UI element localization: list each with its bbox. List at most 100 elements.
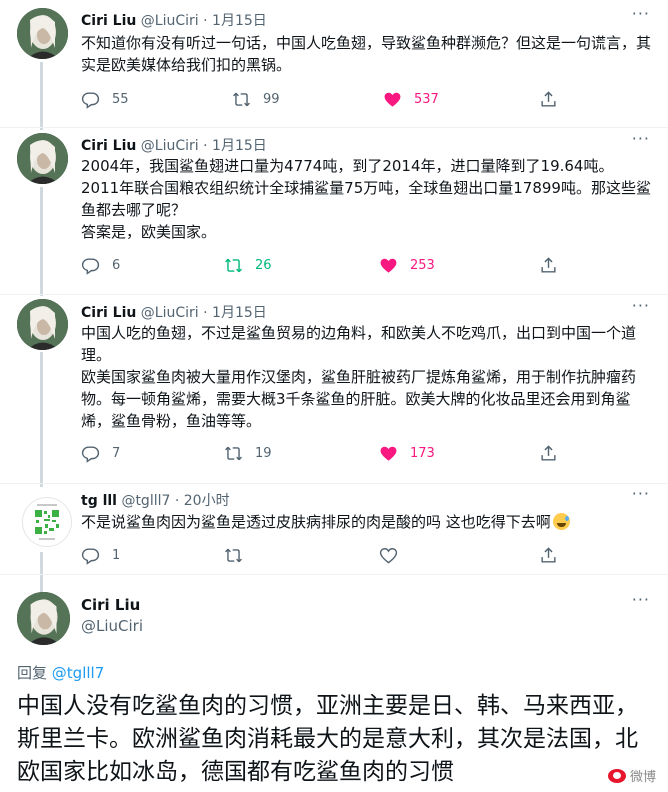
reply-button[interactable]: 6 (81, 256, 120, 275)
tweet-date[interactable]: 20小时 (184, 493, 230, 509)
reply-count: 6 (112, 258, 121, 273)
reply-icon (81, 444, 100, 463)
reply-handle-link[interactable]: @tglll7 (52, 664, 104, 682)
tweet-text-line: 中国人吃的鱼翅，不过是鲨鱼贸易的边角料，和欧美人不吃鸡爪，出口到中国一个道理。 (81, 324, 637, 364)
author-name[interactable]: Ciri Liu (81, 138, 136, 154)
tweet-actions: 1 (81, 546, 581, 566)
author-name[interactable]: Ciri Liu (81, 305, 136, 321)
heart-icon (383, 90, 402, 109)
retweet-count: 26 (255, 258, 272, 273)
like-count: 253 (410, 258, 435, 273)
reply-prefix: 回复 (17, 664, 48, 682)
heart-icon (379, 444, 398, 463)
separator: · (203, 138, 208, 154)
separator: · (174, 493, 180, 509)
retweet-button[interactable]: 99 (232, 90, 280, 109)
author-handle[interactable]: @tglll7 (121, 493, 170, 509)
retweet-button[interactable] (224, 546, 255, 565)
tweet-actions: 7 19 173 (81, 444, 581, 464)
tweet-text: 不是说鲨鱼肉因为鲨鱼是透过皮肤病排尿的肉是酸的吗 这也吃得下去啊 (81, 511, 656, 533)
share-button[interactable] (539, 546, 570, 565)
tweet-date[interactable]: 1月15日 (212, 305, 267, 321)
tweet-3[interactable]: Ciri Liu @LiuCiri · 1月15日 ··· 中国人吃的鱼翅，不过… (0, 295, 668, 483)
sweat-smile-emoji-icon (552, 513, 570, 530)
tweet-4[interactable]: ··· tg lll @tglll7 · 20小时 不是说鲨鱼肉因为鲨鱼是透过皮… (0, 484, 668, 574)
share-icon (539, 256, 558, 275)
share-icon (539, 546, 558, 565)
tweet-header: Ciri Liu @LiuCiri · 1月15日 (81, 135, 267, 155)
tweet-text-line: 2004年，我国鲨鱼翅进口量为4774吨，到了2014年，进口量降到了19.64… (81, 157, 614, 175)
tweet-1[interactable]: Ciri Liu @LiuCiri · 1月15日 ··· 不知道你有没有听过一… (0, 0, 668, 128)
reply-icon (81, 546, 100, 565)
tweet-2[interactable]: Ciri Liu @LiuCiri · 1月15日 ··· 2004年，我国鲨鱼… (0, 128, 668, 294)
more-options-icon[interactable]: ··· (632, 296, 650, 315)
retweet-icon (224, 444, 243, 463)
tweet-actions: 55 99 537 (81, 90, 581, 110)
reply-button[interactable]: 1 (81, 546, 120, 565)
reply-button[interactable]: 7 (81, 444, 120, 463)
like-button[interactable]: 253 (379, 256, 435, 275)
reply-count: 7 (112, 446, 121, 461)
retweet-icon (224, 256, 243, 275)
reply-icon (81, 256, 100, 275)
tweet-text-body: 不是说鲨鱼肉因为鲨鱼是透过皮肤病排尿的肉是酸的吗 这也吃得下去啊 (81, 513, 551, 531)
qr-code-avatar[interactable] (22, 497, 72, 547)
tweet-text: 不知道你有没有听过一句话，中国人吃鱼翅，导致鲨鱼种群濒危？但这是一句谎言，其实是… (81, 34, 652, 74)
author-handle[interactable]: @LiuCiri (141, 305, 199, 321)
share-icon (539, 90, 558, 109)
separator: · (203, 305, 208, 321)
tweet-actions: 6 26 253 (81, 256, 581, 276)
main-tweet-text: 中国人没有吃鲨鱼肉的习惯，亚洲主要是日、韩、马来西亚，斯里兰卡。欧洲鲨鱼肉消耗最… (17, 693, 638, 785)
share-button[interactable] (539, 444, 570, 463)
retweet-count: 99 (263, 92, 280, 107)
author-name[interactable]: Ciri Liu (81, 13, 136, 29)
like-button[interactable]: 537 (383, 90, 439, 109)
separator: · (203, 13, 208, 29)
tweet-date[interactable]: 1月15日 (212, 13, 267, 29)
retweet-button[interactable]: 19 (224, 444, 272, 463)
author-handle[interactable]: @LiuCiri (81, 617, 143, 635)
tweet-text: 中国人吃的鱼翅，不过是鲨鱼贸易的边角料，和欧美人不吃鸡爪，出口到中国一个道理。 … (81, 322, 656, 432)
reply-count: 1 (112, 548, 121, 563)
more-options-icon[interactable]: ··· (632, 129, 650, 148)
tweet-text: 2004年，我国鲨鱼翅进口量为4774吨，到了2014年，进口量降到了19.64… (81, 155, 656, 243)
watermark-text: 微博 (629, 770, 656, 785)
avatar[interactable] (17, 8, 68, 59)
more-options-icon[interactable]: ··· (632, 590, 650, 609)
reply-context: 回复 @tglll7 (17, 662, 104, 683)
author-handle[interactable]: @LiuCiri (141, 138, 199, 154)
author-name[interactable]: tg lll (81, 493, 117, 509)
share-button[interactable] (539, 90, 570, 109)
retweet-icon (232, 90, 251, 109)
like-count: 537 (414, 92, 439, 107)
tweet-text-line: 答案是，欧美国家。 (81, 223, 217, 241)
tweet-text-line: 欧美国家鲨鱼肉被大量用作汉堡肉，鲨鱼肝脏被药厂提炼角鲨烯，用于制作抗肿瘤药物。每… (81, 368, 637, 430)
avatar[interactable] (17, 299, 68, 350)
divider (0, 574, 668, 575)
avatar[interactable] (17, 133, 68, 184)
share-icon (539, 444, 558, 463)
weibo-watermark: 微博 (603, 764, 660, 787)
reply-button[interactable]: 55 (81, 90, 129, 109)
like-button[interactable] (379, 546, 410, 565)
like-button[interactable]: 173 (379, 444, 435, 463)
more-options-icon[interactable]: ··· (632, 484, 650, 503)
weibo-logo-icon (607, 768, 626, 783)
more-options-icon[interactable]: ··· (632, 4, 650, 23)
share-button[interactable] (539, 256, 570, 275)
tweet-header: Ciri Liu @LiuCiri · 1月15日 (81, 302, 267, 322)
heart-icon (379, 546, 398, 565)
tweet-date[interactable]: 1月15日 (212, 138, 267, 154)
tweet-text-line: 2011年联合国粮农组织统计全球捕鲨量75万吨，全球鱼翅出口量17899吨。那这… (81, 179, 651, 219)
avatar[interactable] (17, 592, 70, 645)
heart-icon (379, 256, 398, 275)
author-handle[interactable]: @LiuCiri (141, 13, 199, 29)
author-name[interactable]: Ciri Liu (81, 596, 140, 614)
reply-icon (81, 90, 100, 109)
retweet-button[interactable]: 26 (224, 256, 272, 275)
retweet-icon (224, 546, 243, 565)
reply-count: 55 (112, 92, 129, 107)
tweet-header: tg lll @tglll7 · 20小时 (81, 490, 230, 510)
tweet-header: Ciri Liu @LiuCiri · 1月15日 (81, 10, 267, 30)
retweet-count: 19 (255, 446, 272, 461)
